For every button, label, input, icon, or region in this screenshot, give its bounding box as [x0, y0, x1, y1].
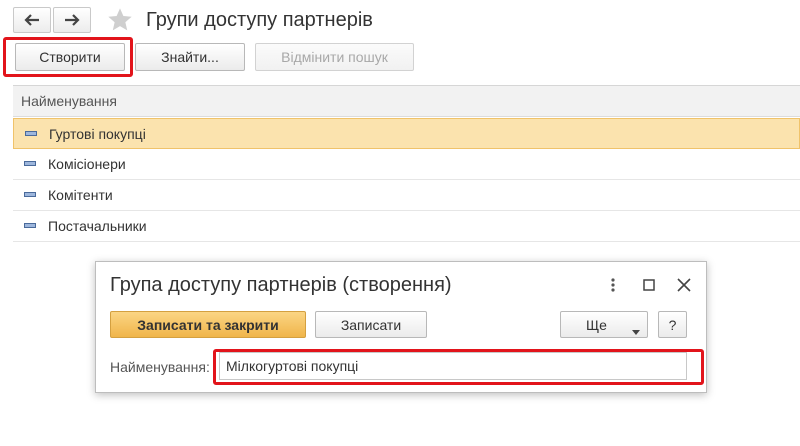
create-group-dialog: Група доступу партнерів (створення) Запи… [95, 261, 707, 393]
help-button[interactable]: ? [658, 311, 687, 338]
list-item-label: Постачальники [48, 218, 147, 234]
forward-button[interactable] [53, 7, 91, 33]
dialog-title: Група доступу партнерів (створення) [110, 274, 452, 296]
list-item-label: Комітенти [48, 187, 113, 203]
list-item[interactable]: Гуртові покупці [13, 118, 800, 149]
list-item-label: Комісіонери [48, 156, 126, 172]
list-item[interactable]: Постачальники [13, 211, 800, 242]
close-icon[interactable] [675, 276, 693, 294]
arrow-left-icon [24, 14, 39, 26]
more-button-label: Ще [586, 316, 607, 333]
list-item-icon [24, 223, 36, 228]
list-item[interactable]: Комісіонери [13, 149, 800, 180]
chevron-down-icon [632, 322, 640, 338]
page-title: Групи доступу партнерів [146, 9, 373, 31]
save-button[interactable]: Записати [315, 311, 427, 338]
column-header-name[interactable]: Найменування [13, 86, 800, 117]
name-field-highlight [213, 349, 704, 385]
maximize-icon[interactable] [640, 276, 658, 294]
name-field-label: Найменування: [110, 359, 210, 375]
save-and-close-button[interactable]: Записати та закрити [110, 311, 306, 338]
list-item[interactable]: Комітенти [13, 180, 800, 211]
list-item-label: Гуртові покупці [49, 126, 146, 142]
list-item-icon [25, 131, 37, 136]
cancel-search-button[interactable]: Відмінити пошук [255, 43, 414, 71]
back-button[interactable] [13, 7, 51, 33]
more-vert-icon[interactable] [604, 276, 622, 294]
list-item-icon [24, 161, 36, 166]
arrow-right-icon [65, 14, 80, 26]
create-button-highlight [3, 37, 133, 77]
star-icon[interactable] [106, 6, 134, 34]
more-button[interactable]: Ще [560, 311, 648, 338]
list-item-icon [24, 192, 36, 197]
find-button[interactable]: Знайти... [135, 43, 245, 71]
